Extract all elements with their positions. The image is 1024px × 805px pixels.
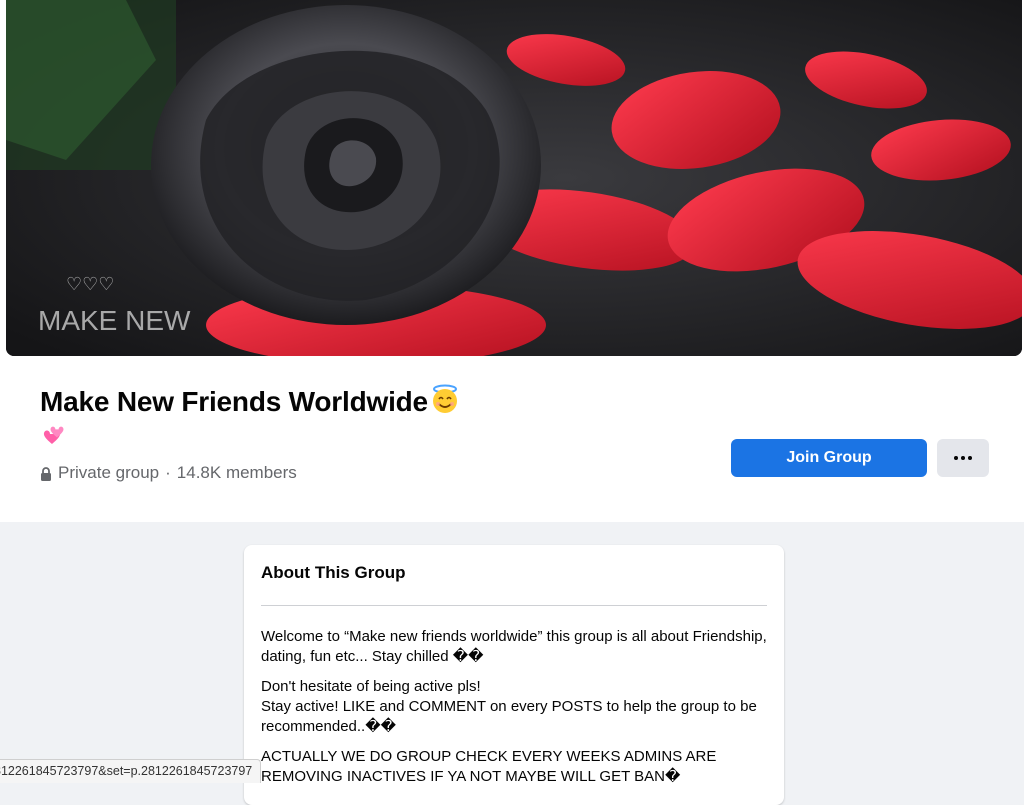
privacy-label[interactable]: Private group xyxy=(58,463,159,483)
divider xyxy=(261,605,767,606)
group-name[interactable]: Make New Friends Worldwide xyxy=(40,384,460,421)
about-description: Welcome to “Make new friends worldwide” … xyxy=(261,627,767,797)
join-group-button[interactable]: Join Group xyxy=(731,439,927,477)
two-hearts-emoji-icon xyxy=(40,424,68,455)
about-title: About This Group xyxy=(261,563,406,582)
group-meta: Private group · 14.8K members xyxy=(40,463,297,483)
about-group-card: About This Group Welcome to “Make new fr… xyxy=(244,545,784,805)
about-paragraph: Don't hesitate of being active pls! Stay… xyxy=(261,678,757,735)
more-options-button[interactable] xyxy=(937,439,989,477)
lock-icon xyxy=(40,466,52,481)
meta-separator: · xyxy=(165,463,171,482)
cover-watermark-text: MAKE NEW xyxy=(38,305,191,336)
about-paragraph: ACTUALLY WE DO GROUP CHECK EVERY WEEKS A… xyxy=(261,748,717,785)
member-count[interactable]: 14.8K members xyxy=(177,463,297,483)
ellipsis-icon xyxy=(954,456,972,460)
group-name-text: Make New Friends Worldwide xyxy=(40,386,428,417)
status-url-text: 812261845723797&set=p.2812261845723797 xyxy=(0,764,253,778)
cover-watermark-hearts: ♡♡♡ xyxy=(66,274,114,294)
cover-image-black-rose: ♡♡♡ MAKE NEW xyxy=(6,0,1022,356)
halo-smile-emoji-icon xyxy=(430,384,460,421)
about-paragraph: Welcome to “Make new friends worldwide” … xyxy=(261,628,767,665)
status-bar-url: 812261845723797&set=p.2812261845723797 xyxy=(0,759,262,783)
group-header: ♡♡♡ MAKE NEW Make New Friends Worldwide xyxy=(0,0,1024,522)
cover-photo[interactable]: ♡♡♡ MAKE NEW xyxy=(6,0,1022,356)
